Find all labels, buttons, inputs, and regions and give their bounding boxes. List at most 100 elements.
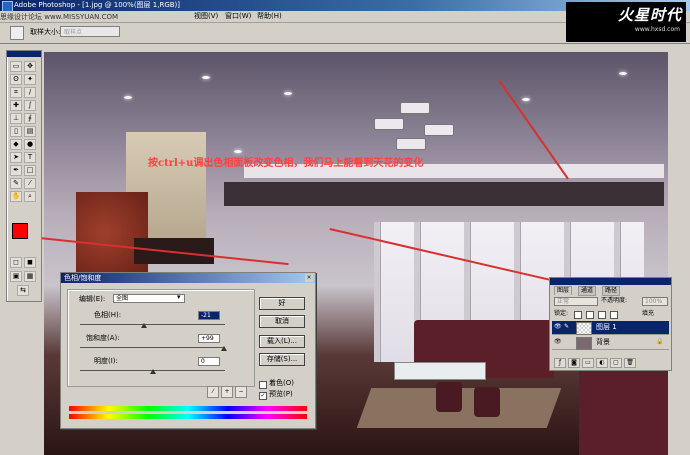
dodge-tool-icon[interactable]: ●	[24, 139, 36, 150]
hand-tool-icon[interactable]: ✋	[10, 191, 22, 202]
color-spectrum-bar-adjusted	[69, 414, 307, 419]
adjustment-layer-icon[interactable]: ◐	[596, 358, 608, 368]
cancel-button[interactable]: 取消	[259, 315, 305, 328]
menu-view[interactable]: 视图(V)	[194, 11, 218, 22]
opacity-input[interactable]: 100%	[642, 297, 668, 306]
menu-window[interactable]: 窗口(W)	[225, 11, 251, 22]
lock-position-checkbox[interactable]	[598, 311, 606, 319]
eyedropper-icon[interactable]: ⁄	[207, 386, 219, 398]
color-spectrum-bar	[69, 406, 307, 411]
close-icon[interactable]: ×	[305, 274, 313, 282]
quick-mask-icon[interactable]: ◼	[24, 257, 36, 268]
type-tool-icon[interactable]: T	[24, 152, 36, 163]
save-button[interactable]: 存储(S)...	[259, 353, 305, 366]
spotlight	[284, 92, 292, 95]
menu-help[interactable]: 帮助(H)	[257, 11, 282, 22]
eye-icon[interactable]: 👁	[554, 338, 562, 346]
delete-layer-icon[interactable]: 🗑	[624, 358, 636, 368]
stool	[474, 387, 500, 417]
hue-slider[interactable]	[140, 323, 147, 328]
lightness-label: 明度(I):	[94, 357, 118, 365]
shape-tool-icon[interactable]: □	[24, 165, 36, 176]
toolbox-header	[7, 51, 41, 57]
sample-size-select[interactable]: 取样点	[60, 26, 120, 37]
palette-title-bar[interactable]	[550, 278, 671, 285]
tab-layers[interactable]: 图层	[554, 286, 573, 295]
magic-wand-icon[interactable]: ✦	[24, 74, 36, 85]
lock-all-checkbox[interactable]	[610, 311, 618, 319]
pen-tool-icon[interactable]: ✒	[10, 165, 22, 176]
history-brush-icon[interactable]: ∮	[24, 113, 36, 124]
fullscreen-mode-icon[interactable]: ▦	[24, 271, 36, 282]
crop-tool-icon[interactable]: ⌗	[10, 87, 22, 98]
hue-label: 色相(H):	[94, 311, 122, 319]
load-button[interactable]: 载入(L)...	[259, 335, 305, 348]
gradient-tool-icon[interactable]: ▤	[24, 126, 36, 137]
move-tool-icon[interactable]: ✥	[24, 61, 36, 72]
dialog-title: 色相/饱和度	[64, 274, 102, 282]
ok-button[interactable]: 好	[259, 297, 305, 310]
path-select-icon[interactable]: ➤	[10, 152, 22, 163]
layer-thumbnail	[576, 337, 592, 350]
marquee-tool-icon[interactable]: ▭	[10, 61, 22, 72]
blend-mode-select[interactable]: 正常	[554, 297, 598, 306]
lightness-input[interactable]: 0	[198, 357, 220, 366]
colorize-checkbox[interactable]	[259, 381, 267, 389]
hue-saturation-dialog: 色相/饱和度 × 编辑(E): 全图 ▾ 色相(H): -21 饱和度(A): …	[60, 272, 316, 429]
jump-to-imageready-icon[interactable]: ⇆	[17, 285, 29, 296]
zoom-tool-icon[interactable]: ⌕	[24, 191, 36, 202]
brush-link-icon[interactable]: ✎	[564, 323, 572, 331]
eyedropper-minus-icon[interactable]: −	[235, 386, 247, 398]
stamp-tool-icon[interactable]: ⊥	[10, 113, 22, 124]
saturation-slider[interactable]	[221, 346, 228, 351]
tab-channels[interactable]: 通道	[578, 286, 597, 296]
stool	[436, 382, 462, 412]
layer-set-icon[interactable]: ▭	[582, 358, 594, 368]
layer-style-icon[interactable]: ƒ	[554, 358, 566, 368]
healing-brush-icon[interactable]: ✚	[10, 100, 22, 111]
screen-mode-icon[interactable]: ▣	[10, 271, 22, 282]
slice-tool-icon[interactable]: ∕	[24, 87, 36, 98]
preview-checkbox[interactable]: ✓	[259, 392, 267, 400]
annotation-text: 按ctrl+u调出色相面板改变色相，我们马上能看到天花的变化	[148, 158, 424, 169]
foreground-color-swatch[interactable]	[12, 223, 28, 239]
window-title: Adobe Photoshop - [1.jpg @ 100%(图层 1,RGB…	[14, 1, 181, 9]
sample-size-label: 取样大小:	[30, 28, 61, 36]
lightness-slider[interactable]	[149, 369, 156, 374]
spotlight	[522, 98, 530, 101]
eyedropper-icon[interactable]: ⁄	[24, 178, 36, 189]
blur-tool-icon[interactable]: ◆	[10, 139, 22, 150]
new-layer-icon[interactable]: ▢	[610, 358, 622, 368]
standard-mode-icon[interactable]: ◻	[10, 257, 22, 268]
spotlight	[202, 76, 210, 79]
brand-logo: 火星时代 www.hxsd.com	[566, 2, 686, 42]
fill-label: 填充	[642, 310, 655, 317]
lasso-tool-icon[interactable]: ʘ	[10, 74, 22, 85]
hue-input[interactable]: -21	[198, 311, 220, 320]
lock-image-checkbox[interactable]	[586, 311, 594, 319]
tab-paths[interactable]: 路径	[602, 286, 621, 296]
layer-thumbnail	[576, 322, 592, 335]
hue-track	[80, 324, 225, 325]
dialog-title-bar[interactable]: 色相/饱和度 ×	[61, 273, 315, 283]
brush-tool-icon[interactable]: ∫	[24, 100, 36, 111]
eyedropper-plus-icon[interactable]: +	[221, 386, 233, 398]
layer-name: 背景	[596, 338, 610, 346]
lock-transparency-checkbox[interactable]	[574, 311, 582, 319]
eye-icon[interactable]: 👁	[554, 323, 562, 331]
layer-row[interactable]: 👁 ✎ 图层 1	[552, 321, 669, 335]
layer-row[interactable]: 👁 背景 🔒	[552, 336, 669, 350]
notes-tool-icon[interactable]: ✎	[10, 178, 22, 189]
colorize-label: 着色(O)	[269, 379, 294, 387]
ceiling-beam	[224, 182, 664, 206]
preview-label: 预览(P)	[269, 390, 293, 398]
layer-name: 图层 1	[596, 323, 617, 331]
opacity-label: 不透明度:	[601, 297, 628, 304]
saturation-input[interactable]: +99	[198, 334, 220, 343]
glass-table	[394, 362, 486, 380]
layer-mask-icon[interactable]: ◙	[568, 358, 580, 368]
adjustment-group: 色相(H): -21 饱和度(A): +99 明度(I): 0	[67, 289, 255, 387]
eyedropper-tool-icon[interactable]	[10, 26, 24, 40]
ceiling-lamp	[374, 90, 454, 150]
eraser-tool-icon[interactable]: ▯	[10, 126, 22, 137]
